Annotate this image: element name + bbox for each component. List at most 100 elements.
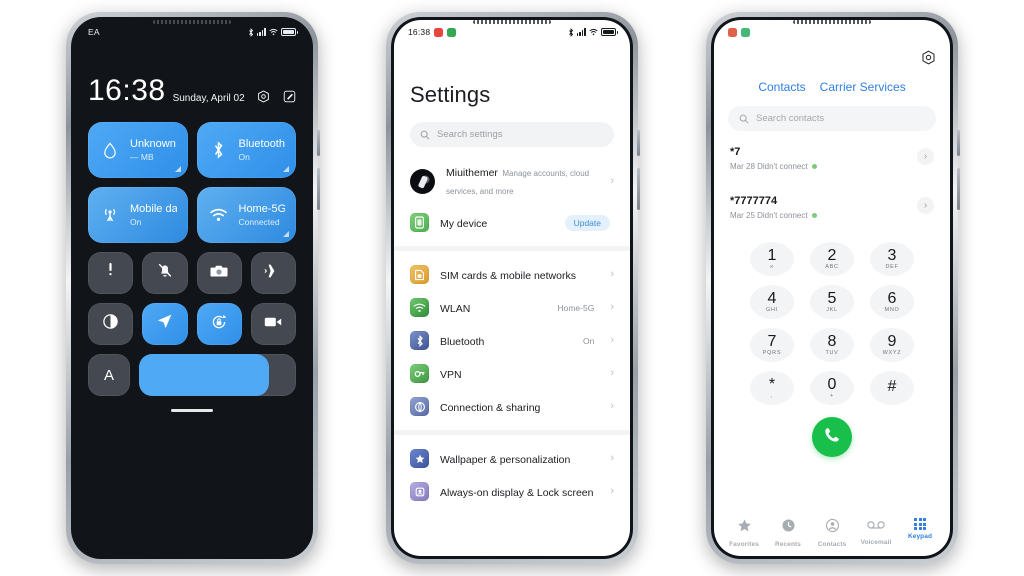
key-digit: 7	[767, 332, 777, 350]
key-5[interactable]: 5 JKL	[810, 285, 854, 319]
tile-camera[interactable]	[196, 252, 242, 294]
tile-rotation-lock[interactable]	[196, 303, 242, 345]
tab-keypad[interactable]: Keypad	[898, 518, 942, 548]
tab-favorites[interactable]: Favorites	[722, 518, 766, 548]
home-indicator[interactable]	[171, 409, 213, 412]
row-my-device[interactable]: My device Update	[410, 206, 614, 239]
row-label: SIM cards & mobile networks	[440, 269, 576, 282]
auto-brightness-toggle[interactable]: A	[88, 354, 130, 396]
bluetooth-icon	[410, 331, 429, 350]
wifi-icon	[589, 28, 598, 36]
call-log-item[interactable]: *7777774 Mar 25 Didn't connect ›	[728, 180, 936, 229]
list-divider	[394, 246, 630, 251]
earpiece-grille	[473, 20, 551, 24]
tile-airplane[interactable]	[250, 252, 296, 294]
device-label: My device	[440, 217, 488, 230]
tab-voicemail[interactable]: Voicemail	[854, 518, 898, 548]
key-1[interactable]: 1 ∞	[750, 242, 794, 276]
tile-mobile-data[interactable]: Mobile data On	[88, 187, 188, 243]
page-title: Settings	[410, 82, 491, 107]
call-number: *7	[730, 146, 741, 158]
key-hash[interactable]: #	[870, 371, 914, 405]
tile-corner-handle[interactable]	[174, 166, 181, 172]
status-time: 16:38	[408, 27, 431, 37]
dialer-body: Contacts Carrier Services Search contact…	[714, 44, 950, 556]
account-name: Miuithemer	[446, 167, 498, 179]
tab-recents[interactable]: Recents	[766, 518, 810, 548]
tile-corner-handle[interactable]	[283, 231, 289, 237]
row-account[interactable]: Miuithemer Manage accounts, cloud servic…	[410, 156, 614, 206]
row-bluetooth[interactable]: Bluetooth On ›	[410, 324, 614, 357]
clock-date: Sunday, April 02	[172, 93, 245, 104]
big-tiles: Unknown data plan — MB Bluetooth	[88, 122, 296, 243]
status-icons	[248, 27, 298, 37]
phone2-screen: 16:38 Settings Search settings Miuitheme…	[394, 20, 630, 556]
tab-contacts[interactable]: Contacts	[810, 518, 854, 548]
phone-settings: 16:38 Settings Search settings Miuitheme…	[386, 12, 640, 564]
tab-label: Favorites	[729, 541, 759, 548]
call-button[interactable]	[812, 417, 852, 457]
tile-wifi[interactable]: Home-5G Connected	[196, 187, 296, 243]
key-0[interactable]: 0 +	[810, 371, 854, 405]
row-wallpaper[interactable]: Wallpaper & personalization ›	[410, 442, 614, 475]
settings-icon[interactable]	[257, 90, 270, 103]
tile-title: Unknown data plan	[130, 138, 177, 150]
row-vpn[interactable]: VPN ›	[410, 357, 614, 390]
key-7[interactable]: 7 PQRS	[750, 328, 794, 362]
auto-brightness-label: A	[103, 366, 114, 384]
tile-title: Home-5G	[238, 203, 286, 215]
edit-icon[interactable]	[283, 90, 296, 103]
wifi-icon	[208, 208, 230, 223]
brightness-slider[interactable]	[139, 354, 296, 396]
tile-screen-record[interactable]	[250, 303, 296, 345]
tile-flashlight[interactable]	[88, 252, 134, 294]
connection-icon	[410, 397, 429, 416]
key-4[interactable]: 4 GHI	[750, 285, 794, 319]
tile-mute[interactable]	[142, 252, 188, 294]
tab-contacts[interactable]: Contacts	[758, 80, 805, 94]
call-info-button[interactable]: ›	[917, 197, 934, 214]
row-connection-sharing[interactable]: Connection & sharing ›	[410, 390, 614, 423]
key-8[interactable]: 8 TUV	[810, 328, 854, 362]
brightness-fill	[139, 354, 270, 396]
tile-dark-mode[interactable]	[88, 303, 134, 345]
key-digit: #	[887, 378, 897, 396]
tile-bluetooth[interactable]: Bluetooth On	[196, 122, 296, 178]
chevron-right-icon: ›	[610, 452, 614, 464]
call-info-button[interactable]: ›	[917, 148, 934, 165]
call-log-item[interactable]: *7 Mar 28 Didn't connect ›	[728, 131, 936, 180]
update-badge[interactable]: Update	[564, 214, 610, 231]
key-digit: 1	[767, 246, 777, 264]
settings-gear-icon[interactable]	[921, 50, 936, 70]
notification-badge-green	[447, 27, 457, 37]
battery-icon	[281, 28, 298, 36]
location-icon	[156, 313, 173, 335]
key-6[interactable]: 6 MNO	[870, 285, 914, 319]
row-sim-cards[interactable]: SIM cards & mobile networks ›	[410, 258, 614, 291]
tab-label: Keypad	[907, 533, 933, 540]
key-star[interactable]: *,	[750, 371, 794, 405]
search-contacts-input[interactable]: Search contacts	[728, 106, 936, 131]
tab-label: Contacts	[817, 541, 847, 548]
tile-location[interactable]	[142, 303, 188, 345]
key-9[interactable]: 9 WXYZ	[870, 328, 914, 362]
rotation-lock-icon	[210, 313, 228, 336]
signal-icon	[576, 28, 586, 36]
search-settings-input[interactable]: Search settings	[410, 122, 614, 147]
call-log-list: *7 Mar 28 Didn't connect › *7777774 Mar …	[728, 131, 936, 229]
row-label: Bluetooth	[440, 335, 485, 348]
key-3[interactable]: 3 DEF	[870, 242, 914, 276]
row-always-on-display[interactable]: Always-on display & Lock screen ›	[410, 475, 614, 508]
chevron-right-icon: ›	[610, 334, 614, 346]
key-letters: GHI	[766, 307, 778, 313]
key-letters: +	[830, 393, 834, 399]
tab-carrier-services[interactable]: Carrier Services	[820, 80, 906, 94]
tile-corner-handle[interactable]	[283, 166, 289, 172]
control-center-panel: 16:38 Sunday, April 02 Unknown — MB Blue…	[74, 20, 310, 556]
row-label: Wallpaper & personalization	[440, 453, 571, 466]
tile-data-plan[interactable]: Unknown data plan — MB	[88, 122, 188, 178]
row-wlan[interactable]: WLAN Home-5G ›	[410, 291, 614, 324]
flashlight-icon	[107, 262, 114, 284]
phone-control-center: EA 16:38 Sunday, April 02 Unknown — MB B…	[66, 12, 320, 564]
key-2[interactable]: 2 ABC	[810, 242, 854, 276]
